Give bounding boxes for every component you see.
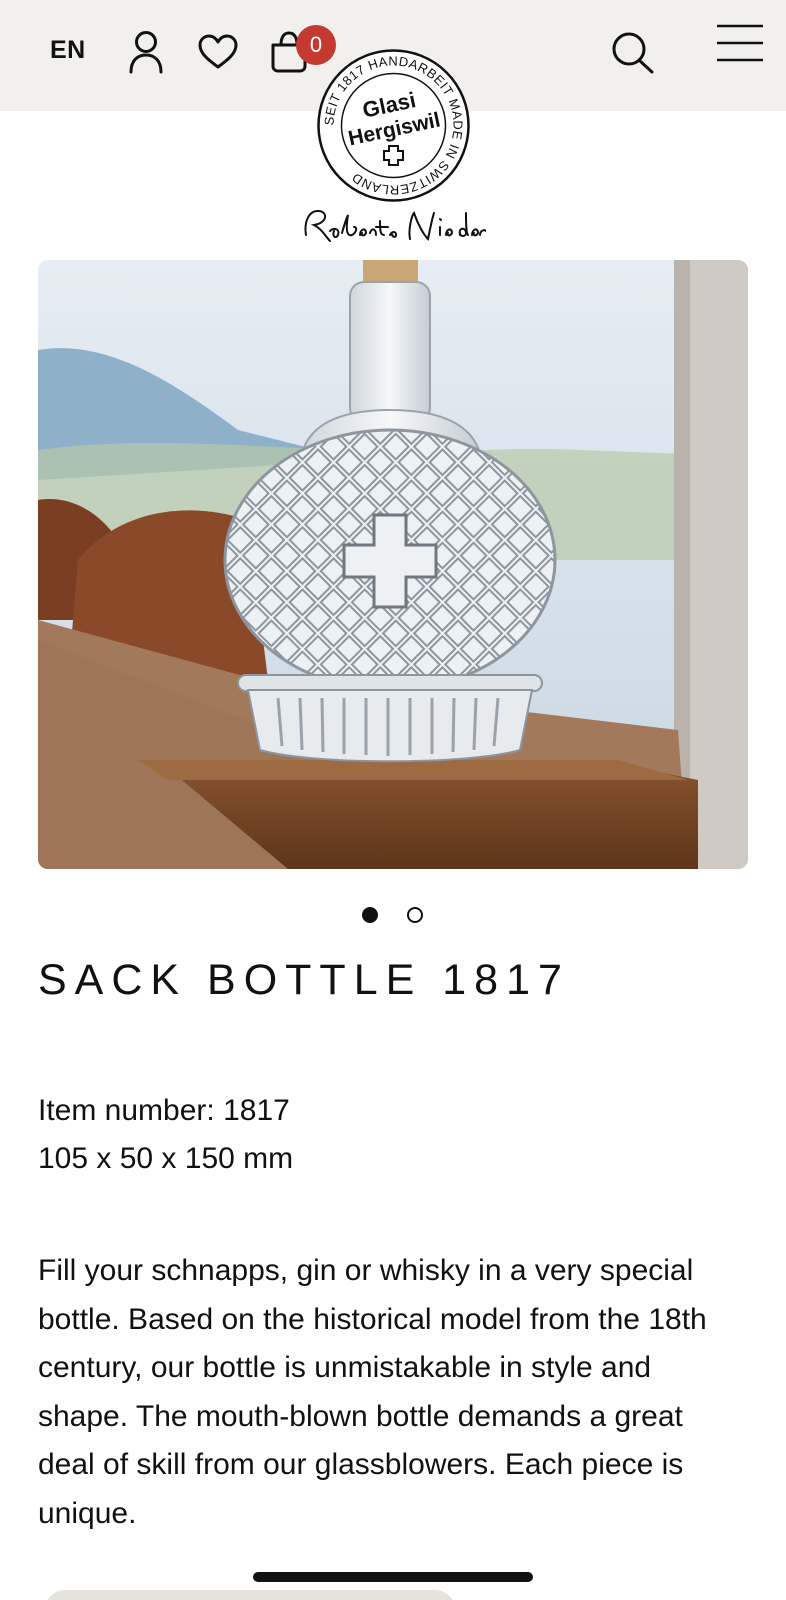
heart-icon[interactable]	[197, 34, 239, 70]
search-icon[interactable]	[610, 30, 656, 76]
menu-icon[interactable]	[716, 24, 764, 64]
user-icon[interactable]	[128, 30, 164, 74]
product-title: SACK BOTTLE 1817	[38, 956, 570, 1004]
add-to-cart-button[interactable]	[45, 1590, 455, 1600]
item-number-value: 1817	[223, 1094, 290, 1127]
product-page: EN 0 SEIT 1817 HANDARBEIT MADE IN SWITZE…	[0, 0, 786, 1600]
product-description: Fill your schnapps, gin or whisky in a v…	[38, 1254, 707, 1530]
carousel-dot-2[interactable]	[407, 907, 423, 923]
item-number-label: Item number:	[38, 1094, 215, 1127]
product-dimensions: 105 x 50 x 150 mm	[38, 1142, 294, 1175]
item-number-row: Item number: 1817	[38, 1094, 758, 1128]
home-indicator	[253, 1572, 533, 1582]
language-switcher[interactable]: EN	[50, 36, 86, 65]
signature-logo	[300, 205, 487, 247]
carousel-dot-1[interactable]	[362, 907, 378, 923]
brand-logo-seal[interactable]: SEIT 1817 HANDARBEIT MADE IN SWITZERLAND…	[316, 48, 471, 203]
product-photo[interactable]	[38, 260, 748, 869]
